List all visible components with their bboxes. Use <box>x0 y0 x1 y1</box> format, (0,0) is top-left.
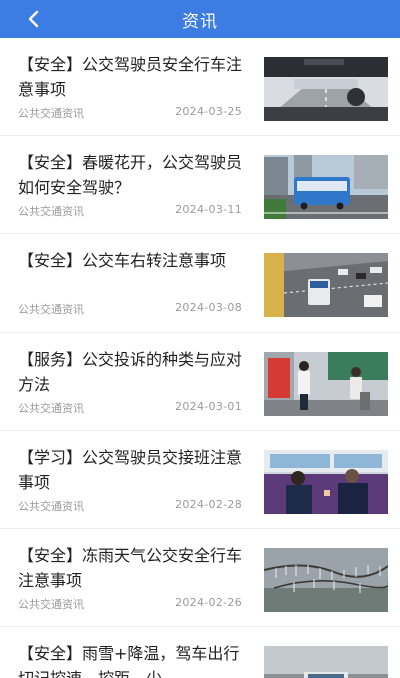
news-date: 2024-02-28 <box>175 498 242 511</box>
news-thumbnail <box>264 253 388 317</box>
news-source: 公共交通资讯 <box>18 205 84 218</box>
page-title: 资讯 <box>182 11 218 32</box>
news-source: 公共交通资讯 <box>18 598 84 611</box>
news-source: 公共交通资讯 <box>18 303 84 316</box>
news-date: 2024-03-08 <box>175 301 242 314</box>
news-title: 【服务】公交投诉的种类与应对方法 <box>18 350 243 394</box>
back-button[interactable] <box>20 5 48 33</box>
news-item[interactable]: 【安全】雨雪+降温，驾车出行切记控速、控距、少… <box>0 627 400 678</box>
news-title: 【安全】公交车右转注意事项 <box>18 251 227 270</box>
news-title: 【安全】公交驾驶员安全行车注意事项 <box>18 55 243 99</box>
news-source: 公共交通资讯 <box>18 402 84 415</box>
news-title: 【安全】春暖花开，公交驾驶员如何安全驾驶？ <box>18 153 243 197</box>
news-date: 2024-03-25 <box>175 105 242 118</box>
news-item[interactable]: 【安全】冻雨天气公交安全行车注意事项 公共交通资讯 2024-02-26 <box>0 529 400 627</box>
news-date: 2024-03-01 <box>175 400 242 413</box>
top-bar: 资讯 <box>0 0 400 38</box>
news-item[interactable]: 【安全】公交驾驶员安全行车注意事项 公共交通资讯 2024-03-25 <box>0 38 400 136</box>
news-thumbnail <box>264 548 388 612</box>
chevron-left-icon <box>28 10 39 28</box>
news-source: 公共交通资讯 <box>18 500 84 513</box>
news-thumbnail <box>264 155 388 219</box>
news-item[interactable]: 【学习】公交驾驶员交接班注意事项 公共交通资讯 2024-02-28 <box>0 431 400 529</box>
news-source: 公共交通资讯 <box>18 107 84 120</box>
news-thumbnail <box>264 57 388 121</box>
news-item[interactable]: 【安全】公交车右转注意事项 公共交通资讯 2024-03-08 <box>0 234 400 333</box>
news-title: 【安全】雨雪+降温，驾车出行切记控速、控距、少… <box>18 644 240 678</box>
news-date: 2024-02-26 <box>175 596 242 609</box>
news-title: 【学习】公交驾驶员交接班注意事项 <box>18 448 243 492</box>
news-item[interactable]: 【安全】春暖花开，公交驾驶员如何安全驾驶？ 公共交通资讯 2024-03-11 <box>0 136 400 234</box>
news-thumbnail <box>264 450 388 514</box>
news-thumbnail <box>264 646 388 678</box>
news-date: 2024-03-11 <box>175 203 242 216</box>
news-item[interactable]: 【服务】公交投诉的种类与应对方法 公共交通资讯 2024-03-01 <box>0 333 400 431</box>
news-list: 【安全】公交驾驶员安全行车注意事项 公共交通资讯 2024-03-25 【安全】… <box>0 38 400 678</box>
news-thumbnail <box>264 352 388 416</box>
news-title: 【安全】冻雨天气公交安全行车注意事项 <box>18 546 243 590</box>
